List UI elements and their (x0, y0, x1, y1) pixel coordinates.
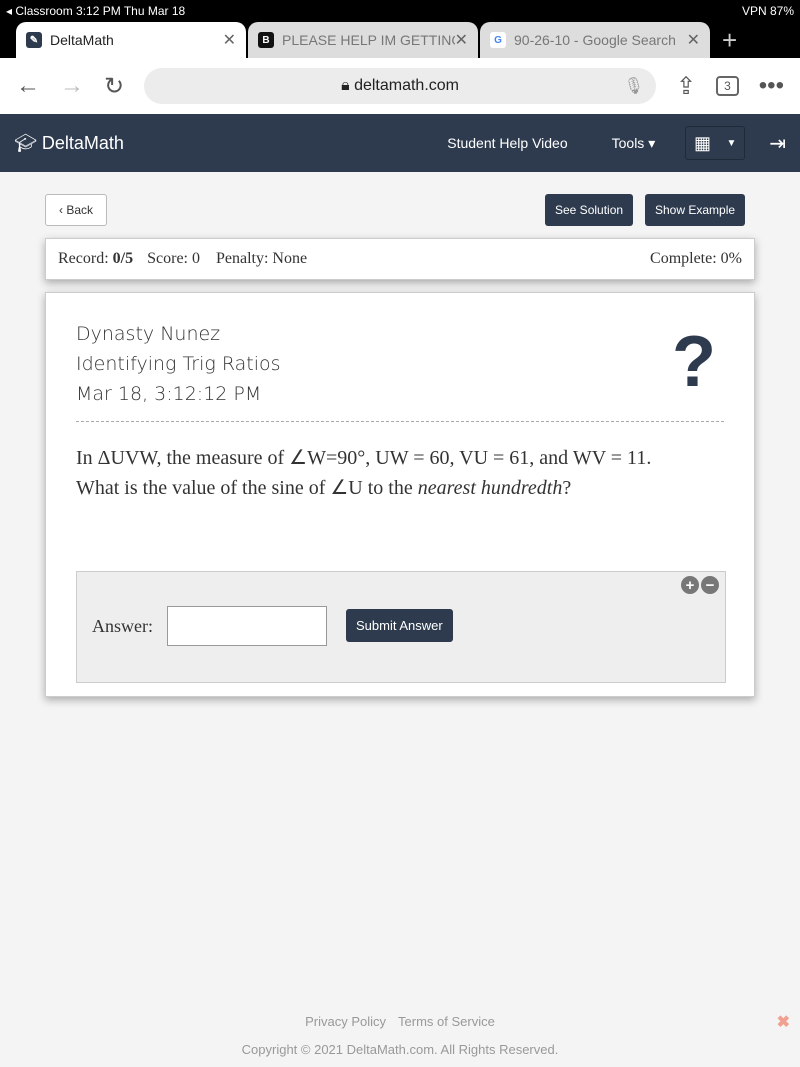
terms-link[interactable]: Terms of Service (398, 1014, 495, 1029)
record-value: 0/5 (112, 250, 134, 267)
microphone-icon[interactable]: 🎙︎ (624, 76, 644, 96)
zoom-out-icon[interactable]: − (701, 576, 719, 594)
calculator-button[interactable]: ▦ ▼ (685, 126, 746, 160)
tab-label: PLEASE HELP IM GETTING (282, 32, 455, 48)
copyright: Copyright © 2021 DeltaMath.com. All Righ… (241, 1042, 559, 1057)
logo[interactable]: 🎓︎ DeltaMath (14, 133, 447, 154)
more-icon[interactable]: ••• (759, 72, 784, 100)
close-tab-icon[interactable]: ✕ (687, 30, 700, 50)
tab-label: 90-26-10 - Google Search (514, 32, 676, 48)
answer-input[interactable] (167, 606, 327, 646)
brainly-favicon-icon: B (258, 32, 274, 48)
problem-card: Dynasty Nunez Identifying Trig Ratios Ma… (45, 292, 755, 697)
tab-strip: ✎ DeltaMath ✕ B PLEASE HELP IM GETTING ✕ G 90… (0, 22, 800, 58)
address-field[interactable]: 🔒︎ deltamath.com 🎙︎ (144, 68, 656, 104)
privacy-policy-link[interactable]: Privacy Policy (305, 1014, 386, 1029)
penalty: Penalty: None (215, 250, 308, 267)
problem-text-a: What is the value of the sine of ∠U to t… (76, 477, 418, 499)
answer-area: + − Answer: Submit Answer (76, 571, 726, 683)
forward-arrow-icon[interactable]: → (60, 72, 84, 100)
logo-text: DeltaMath (41, 132, 124, 153)
topic: Identifying Trig Ratios (76, 353, 281, 375)
close-tab-icon[interactable]: ✕ (455, 30, 468, 50)
student-name: Dynasty Nunez (76, 323, 221, 345)
problem-line-2: What is the value of the sine of ∠U to t… (76, 473, 724, 503)
status-left: ◂ Classroom 3:12 PM Thu Mar 18 (6, 4, 186, 18)
google-favicon-icon: G (490, 32, 506, 48)
footer-links: Privacy Policy Terms of Service (0, 1014, 800, 1029)
tab-deltamath[interactable]: ✎ DeltaMath ✕ (16, 22, 246, 58)
close-tab-icon[interactable]: ✕ (223, 30, 236, 50)
divider (76, 421, 724, 422)
problem-info: Dynasty Nunez Identifying Trig Ratios Ma… (76, 319, 281, 409)
url-bar: ← → ↻ 🔒︎ deltamath.com 🎙︎ ⇪ 3 ••• (0, 58, 800, 114)
back-button[interactable]: ‹ Back (45, 194, 107, 226)
tab-google[interactable]: G 90-26-10 - Google Search ✕ (480, 22, 710, 58)
calculator-icon: ▦ (694, 132, 712, 153)
tools-menu[interactable]: Tools ▾ (612, 135, 656, 152)
app-header: 🎓︎ DeltaMath Student Help Video Tools ▾ … (0, 114, 800, 172)
logout-icon[interactable]: ⇥ (769, 131, 786, 156)
help-question-icon[interactable]: ? (672, 321, 716, 403)
graduation-cap-icon: 🎓︎ (14, 132, 37, 153)
tab-count-button[interactable]: 3 (716, 76, 739, 96)
tab-label: DeltaMath (50, 32, 114, 48)
show-example-button[interactable]: Show Example (645, 194, 746, 226)
record-bar: Record: 0/5 Score: 0 Penalty: None Compl… (45, 238, 755, 280)
record-label: Record: (58, 250, 109, 267)
back-arrow-icon[interactable]: ← (16, 72, 40, 100)
answer-label: Answer: (92, 616, 153, 636)
problem-text: In ΔUVW, the measure of ∠W=90°, UW = 60,… (76, 443, 724, 503)
url-text: deltamath.com (354, 77, 459, 94)
chevron-left-icon: ‹ (58, 203, 67, 217)
close-icon[interactable]: ✖ (777, 1012, 790, 1032)
reload-icon[interactable]: ↻ (104, 72, 124, 101)
problem-emphasis: nearest hundredth (417, 477, 563, 499)
share-icon[interactable]: ⇪ (676, 72, 696, 101)
caret-down-icon: ▼ (726, 137, 737, 149)
status-right: VPN 87% (741, 4, 794, 18)
problem-text-b: ? (562, 477, 572, 499)
lock-icon: 🔒︎ (341, 77, 355, 94)
score: Score: 0 (147, 250, 200, 267)
back-label: Back (66, 203, 94, 217)
student-help-video-link[interactable]: Student Help Video (447, 135, 567, 151)
problem-line-1: In ΔUVW, the measure of ∠W=90°, UW = 60,… (76, 447, 652, 469)
timestamp: Mar 18, 3:12:12 PM (76, 383, 262, 405)
submit-answer-button[interactable]: Submit Answer (346, 609, 453, 642)
new-tab-icon[interactable]: + (722, 25, 737, 56)
status-bar: ◂ Classroom 3:12 PM Thu Mar 18 VPN 87% (0, 0, 800, 22)
tab-brainly[interactable]: B PLEASE HELP IM GETTING ✕ (248, 22, 478, 58)
see-solution-button[interactable]: See Solution (545, 194, 634, 226)
zoom-in-icon[interactable]: + (681, 576, 699, 594)
complete: Complete: 0% (650, 250, 742, 267)
deltamath-favicon-icon: ✎ (26, 32, 42, 48)
